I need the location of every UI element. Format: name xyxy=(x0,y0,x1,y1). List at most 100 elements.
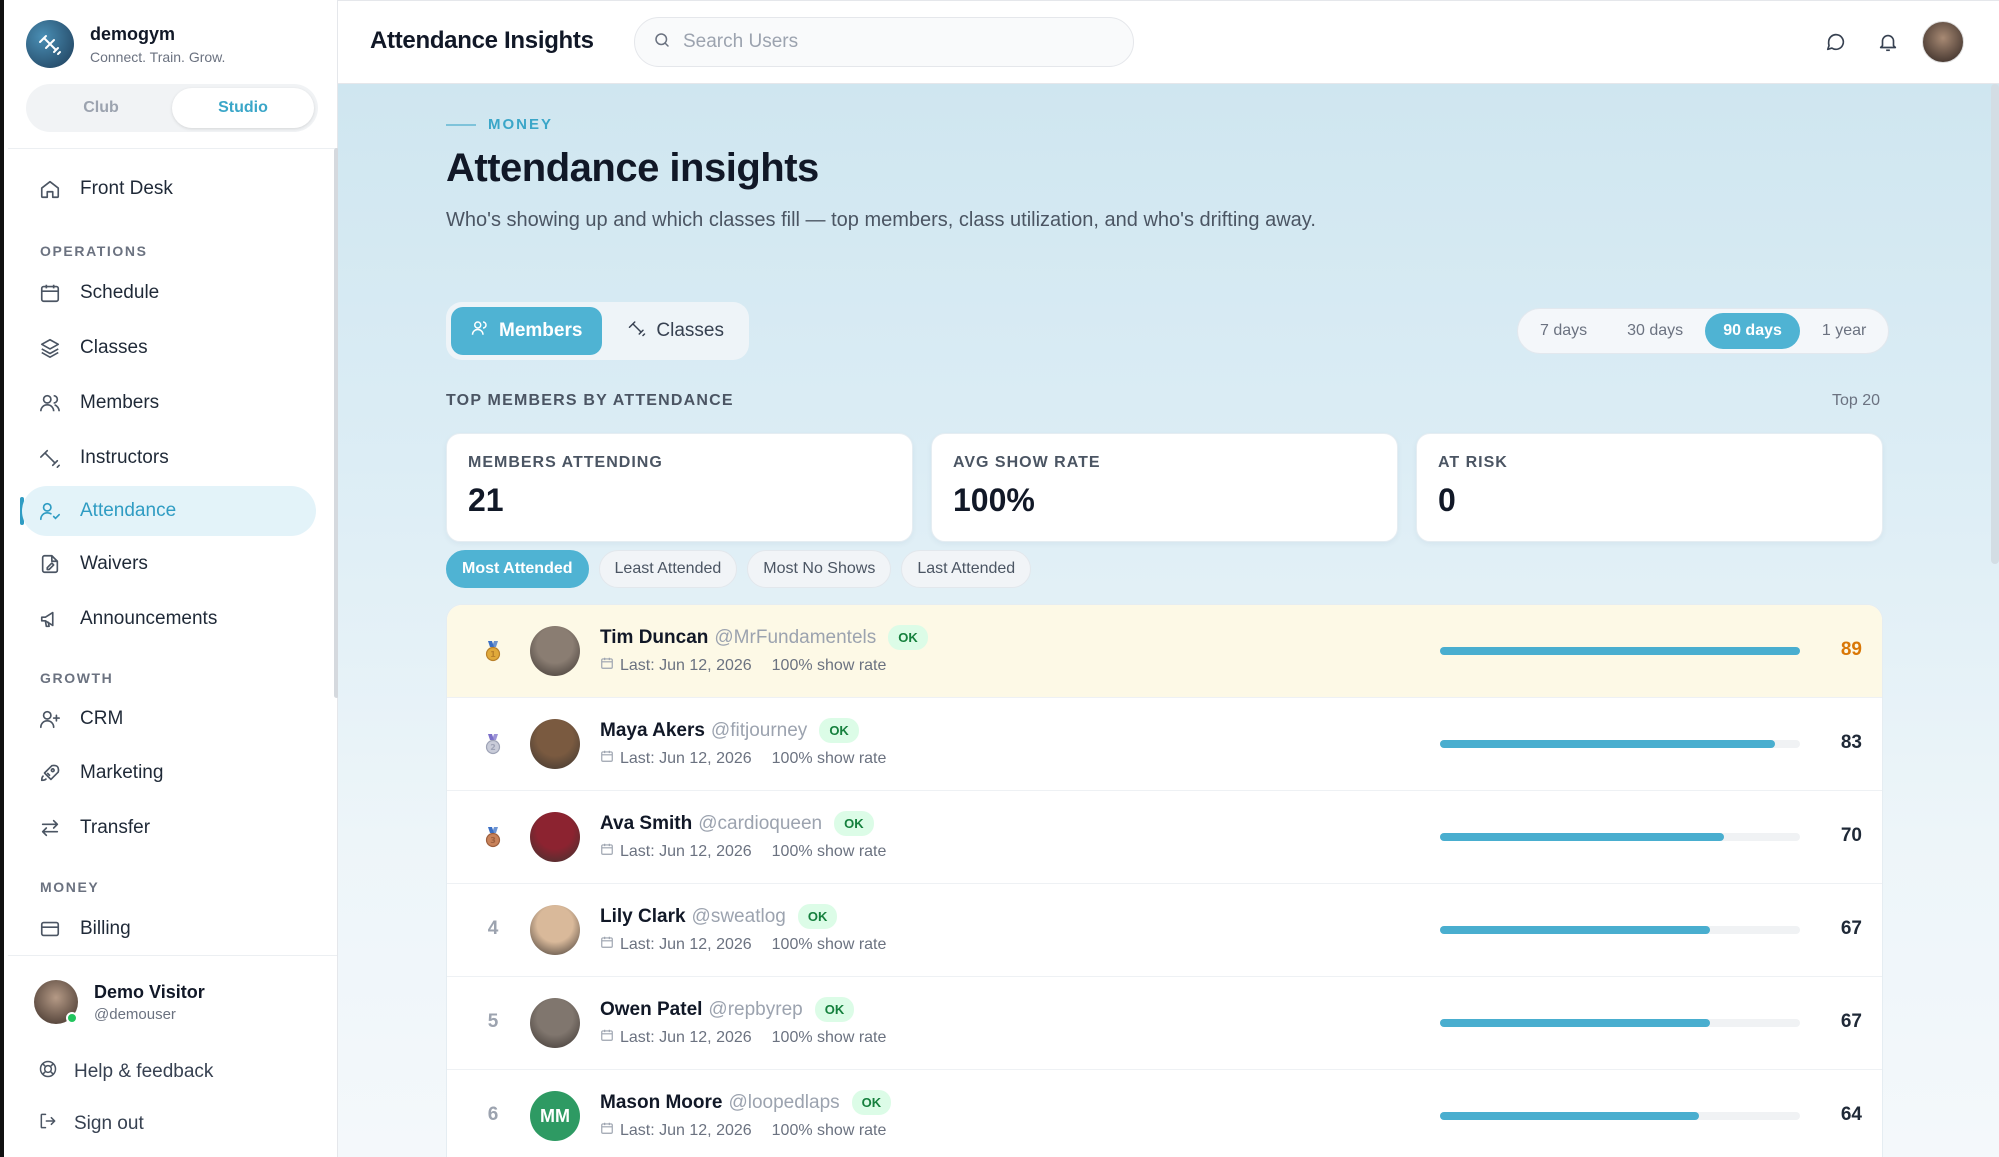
calendar-icon xyxy=(600,935,614,954)
users-icon xyxy=(471,319,489,343)
help-feedback-label: Help & feedback xyxy=(74,1061,214,1082)
tab-members-label: Members xyxy=(499,320,583,341)
member-name[interactable]: Ava Smith xyxy=(600,813,692,835)
layers-icon xyxy=(38,336,62,360)
filter-most-no-shows[interactable]: Most No Shows xyxy=(747,550,892,588)
range-30-days[interactable]: 30 days xyxy=(1609,313,1701,349)
range-90-days[interactable]: 90 days xyxy=(1705,313,1800,349)
member-name[interactable]: Tim Duncan xyxy=(600,627,708,649)
avatar[interactable]: MM xyxy=(530,1091,580,1141)
member-info: Maya Akers @fitjourney OK Last: Jun 12, … xyxy=(600,718,886,768)
search-bar[interactable] xyxy=(634,17,1134,67)
table-row[interactable]: 2 Maya Akers @fitjourney OK Last: Jun 12… xyxy=(447,698,1882,791)
search-input[interactable] xyxy=(683,31,1103,53)
sidebar-item-schedule[interactable]: Schedule xyxy=(22,268,316,318)
stat-label: AVG SHOW RATE xyxy=(953,454,1101,471)
sidebar-item-attendance[interactable]: Attendance xyxy=(22,486,316,536)
sign-out-icon xyxy=(38,1111,58,1137)
filter-most-attended[interactable]: Most Attended xyxy=(446,550,589,588)
attendance-bar-fill xyxy=(1440,740,1775,748)
show-rate: 100% show rate xyxy=(771,749,887,767)
dumbbell-icon xyxy=(628,319,646,343)
switch-option-studio[interactable]: Studio xyxy=(172,88,314,128)
member-name[interactable]: Owen Patel xyxy=(600,999,702,1021)
brand[interactable]: demogym Connect. Train. Grow. xyxy=(26,20,225,68)
sign-out-link[interactable]: Sign out xyxy=(38,1111,144,1137)
member-name[interactable]: Lily Clark xyxy=(600,906,686,928)
eyebrow-text: MONEY xyxy=(488,116,554,133)
sidebar: demogym Connect. Train. Grow. Club Studi… xyxy=(0,0,339,1157)
sidebar-item-marketing[interactable]: Marketing xyxy=(22,748,316,798)
show-rate: 100% show rate xyxy=(771,842,887,860)
table-row[interactable]: 4 Lily Clark @sweatlog OK Last: Jun 12, … xyxy=(447,884,1882,977)
show-rate: 100% show rate xyxy=(771,656,887,674)
sidebar-item-transfer[interactable]: Transfer xyxy=(22,803,316,853)
member-name[interactable]: Mason Moore xyxy=(600,1092,722,1114)
avatar[interactable] xyxy=(530,998,580,1048)
attendance-bar xyxy=(1440,1019,1800,1027)
user-card[interactable]: Demo Visitor @demouser xyxy=(34,980,205,1024)
avatar[interactable] xyxy=(530,812,580,862)
show-rate: 100% show rate xyxy=(771,1121,887,1139)
filter-least-attended[interactable]: Least Attended xyxy=(598,550,738,588)
rank-number: 4 xyxy=(487,918,499,939)
attendance-bar xyxy=(1440,833,1800,841)
member-info: Ava Smith @cardioqueen OK Last: Jun 12, … xyxy=(600,811,886,861)
nav-section-operations: OPERATIONS xyxy=(40,243,148,259)
last-attended: Last: Jun 12, 2026 xyxy=(620,749,752,767)
sidebar-item-label: Instructors xyxy=(80,447,169,468)
bell-icon[interactable] xyxy=(1874,28,1902,56)
calendar-icon xyxy=(600,749,614,768)
table-row[interactable]: 3 Ava Smith @cardioqueen OK Last: Jun 12… xyxy=(447,791,1882,884)
sidebar-item-billing[interactable]: Billing xyxy=(22,904,316,954)
avatar[interactable] xyxy=(530,905,580,955)
sidebar-item-waivers[interactable]: Waivers xyxy=(22,539,316,589)
profile-avatar[interactable] xyxy=(1922,21,1964,63)
document-edit-icon xyxy=(38,552,62,576)
member-list: 1 Tim Duncan @MrFundamentels OK Last: Ju… xyxy=(446,604,1883,1157)
table-row[interactable]: 5 Owen Patel @repbyrep OK Last: Jun 12, … xyxy=(447,977,1882,1070)
tab-members[interactable]: Members xyxy=(451,307,603,355)
sidebar-item-classes[interactable]: Classes xyxy=(22,323,316,373)
nav-section-growth: GROWTH xyxy=(40,670,114,686)
sidebar-item-label: Transfer xyxy=(80,817,151,838)
megaphone-icon xyxy=(38,607,62,631)
sidebar-item-label: Members xyxy=(80,392,160,413)
filter-last-attended[interactable]: Last Attended xyxy=(901,550,1032,588)
avatar[interactable] xyxy=(530,626,580,676)
switch-option-club[interactable]: Club xyxy=(30,88,172,128)
attendance-bar xyxy=(1440,740,1800,748)
avatar[interactable] xyxy=(530,719,580,769)
range-7-days[interactable]: 7 days xyxy=(1522,313,1605,349)
credit-card-icon xyxy=(38,917,62,941)
help-feedback-link[interactable]: Help & feedback xyxy=(38,1059,213,1085)
sidebar-item-members[interactable]: Members xyxy=(22,378,316,428)
tab-classes[interactable]: Classes xyxy=(608,307,744,355)
calendar-icon xyxy=(38,281,62,305)
table-row[interactable]: 6 MM Mason Moore @loopedlaps OK Last: Ju… xyxy=(447,1070,1882,1157)
range-1-year[interactable]: 1 year xyxy=(1804,313,1884,349)
member-name[interactable]: Maya Akers xyxy=(600,720,705,742)
table-row[interactable]: 1 Tim Duncan @MrFundamentels OK Last: Ju… xyxy=(447,605,1882,698)
member-info: Owen Patel @repbyrep OK Last: Jun 12, 20… xyxy=(600,997,886,1047)
stat-value: 0 xyxy=(1438,482,1456,518)
stat-value: 100% xyxy=(953,482,1035,518)
sidebar-item-front-desk[interactable]: Front Desk xyxy=(22,164,316,214)
user-check-icon xyxy=(38,499,62,523)
divider xyxy=(8,955,337,956)
dumbbell-logo-icon xyxy=(26,20,74,68)
sidebar-item-label: Front Desk xyxy=(80,178,173,199)
sidebar-item-announcements[interactable]: Announcements xyxy=(22,594,316,644)
divider xyxy=(8,148,337,149)
chat-icon[interactable] xyxy=(1822,28,1850,56)
attendance-bar-fill xyxy=(1440,647,1800,655)
sidebar-item-crm[interactable]: CRM xyxy=(22,694,316,744)
attendance-bar xyxy=(1440,1112,1800,1120)
search-icon xyxy=(653,31,671,54)
date-range-selector: 7 days 30 days 90 days 1 year xyxy=(1517,308,1890,354)
attendance-bar xyxy=(1440,647,1800,655)
user-name: Demo Visitor xyxy=(94,981,205,1002)
sidebar-item-instructors[interactable]: Instructors xyxy=(22,433,316,483)
attendance-count: 89 xyxy=(1840,639,1862,660)
member-info: Mason Moore @loopedlaps OK Last: Jun 12,… xyxy=(600,1090,892,1140)
